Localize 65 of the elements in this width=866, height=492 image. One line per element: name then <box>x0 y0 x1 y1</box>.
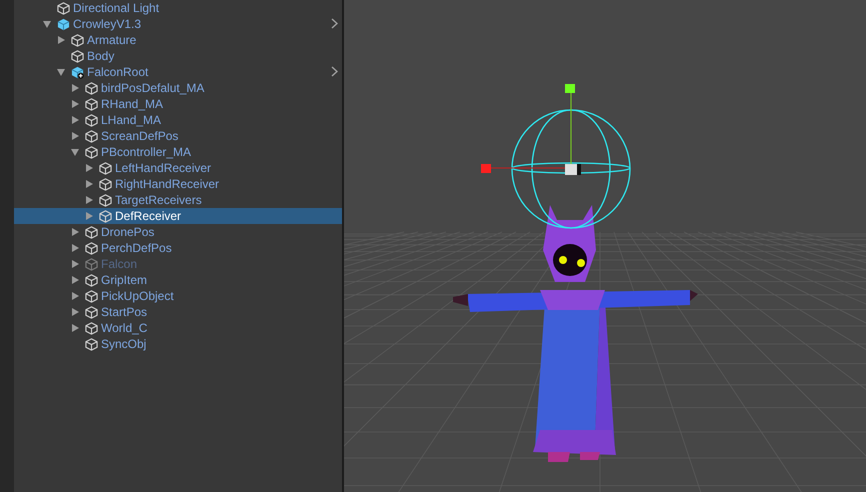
item-label: PickUpObject <box>101 289 174 303</box>
expand-arrow-icon[interactable] <box>71 228 79 236</box>
expand-arrow-icon[interactable] <box>71 132 79 140</box>
item-label: PBcontroller_MA <box>101 145 192 159</box>
item-label: Body <box>87 49 114 63</box>
hierarchy-item[interactable]: ScreanDefPos <box>14 128 342 144</box>
hierarchy-item[interactable]: PerchDefPos <box>14 240 342 256</box>
expand-arrow-icon[interactable] <box>71 276 79 284</box>
item-label: TargetReceivers <box>115 193 202 207</box>
expand-arrow-icon[interactable] <box>71 324 79 332</box>
expand-arrow-icon[interactable] <box>71 84 79 92</box>
hierarchy-item[interactable]: GripItem <box>14 272 342 288</box>
item-label: FalconRoot <box>87 65 148 79</box>
item-label: SyncObj <box>101 337 146 351</box>
chevron-right-icon[interactable] <box>331 66 338 77</box>
item-label: birdPosDefalut_MA <box>101 81 204 95</box>
hierarchy-item[interactable]: birdPosDefalut_MA <box>14 80 342 96</box>
chevron-right-icon[interactable] <box>331 18 338 29</box>
item-label: World_C <box>101 321 148 335</box>
item-label: StartPos <box>101 305 148 319</box>
expand-arrow-icon[interactable] <box>85 196 93 204</box>
item-label: LHand_MA <box>101 113 162 127</box>
expand-arrow-icon[interactable] <box>71 100 79 108</box>
hierarchy-item[interactable]: Directional Light <box>14 0 342 16</box>
item-label: RightHandReceiver <box>115 177 220 191</box>
expand-arrow-icon[interactable] <box>71 260 79 268</box>
item-label: Armature <box>87 33 136 47</box>
item-label: DefReceiver <box>115 209 182 223</box>
expand-arrow-icon[interactable] <box>85 180 93 188</box>
item-label: PerchDefPos <box>101 241 172 255</box>
collapse-arrow-icon[interactable] <box>71 148 79 156</box>
item-label: LeftHandReceiver <box>115 161 212 175</box>
expand-arrow-icon[interactable] <box>57 36 65 44</box>
expand-arrow-icon[interactable] <box>71 292 79 300</box>
item-label: ScreanDefPos <box>101 129 178 143</box>
hierarchy-item[interactable]: LeftHandReceiver <box>14 160 342 176</box>
hierarchy-item[interactable]: World_C <box>14 320 342 336</box>
expand-arrow-icon[interactable] <box>85 164 93 172</box>
hierarchy-item[interactable]: RightHandReceiver <box>14 176 342 192</box>
hierarchy-item[interactable]: CrowleyV1.3 <box>14 16 342 32</box>
hierarchy-item[interactable]: PickUpObject <box>14 288 342 304</box>
expand-arrow-icon[interactable] <box>71 116 79 124</box>
hierarchy-item[interactable]: PBcontroller_MA <box>14 144 342 160</box>
hierarchy-item[interactable]: DefReceiver <box>14 208 342 224</box>
item-label: RHand_MA <box>101 97 164 111</box>
expand-arrow-icon[interactable] <box>85 212 93 220</box>
collapse-arrow-icon[interactable] <box>43 20 51 28</box>
hierarchy-item[interactable]: Armature <box>14 32 342 48</box>
item-label: Falcon <box>101 257 138 271</box>
hierarchy-item[interactable]: FalconRoot <box>14 64 342 80</box>
hierarchy-item[interactable]: SyncObj <box>14 336 342 352</box>
hierarchy-item[interactable]: TargetReceivers <box>14 192 342 208</box>
item-label: GripItem <box>101 273 148 287</box>
hierarchy-item[interactable]: Body <box>14 48 342 64</box>
collapse-arrow-icon[interactable] <box>57 68 65 76</box>
hierarchy-item[interactable]: RHand_MA <box>14 96 342 112</box>
item-label: Directional Light <box>73 1 160 15</box>
expand-arrow-icon[interactable] <box>71 308 79 316</box>
expand-arrow-icon[interactable] <box>71 244 79 252</box>
item-label: CrowleyV1.3 <box>73 17 142 31</box>
item-label: DronePos <box>101 225 154 239</box>
hierarchy-item[interactable]: DronePos <box>14 224 342 240</box>
hierarchy-item[interactable]: LHand_MA <box>14 112 342 128</box>
hierarchy-item[interactable]: StartPos <box>14 304 342 320</box>
transform-gizmo[interactable] <box>481 84 631 229</box>
